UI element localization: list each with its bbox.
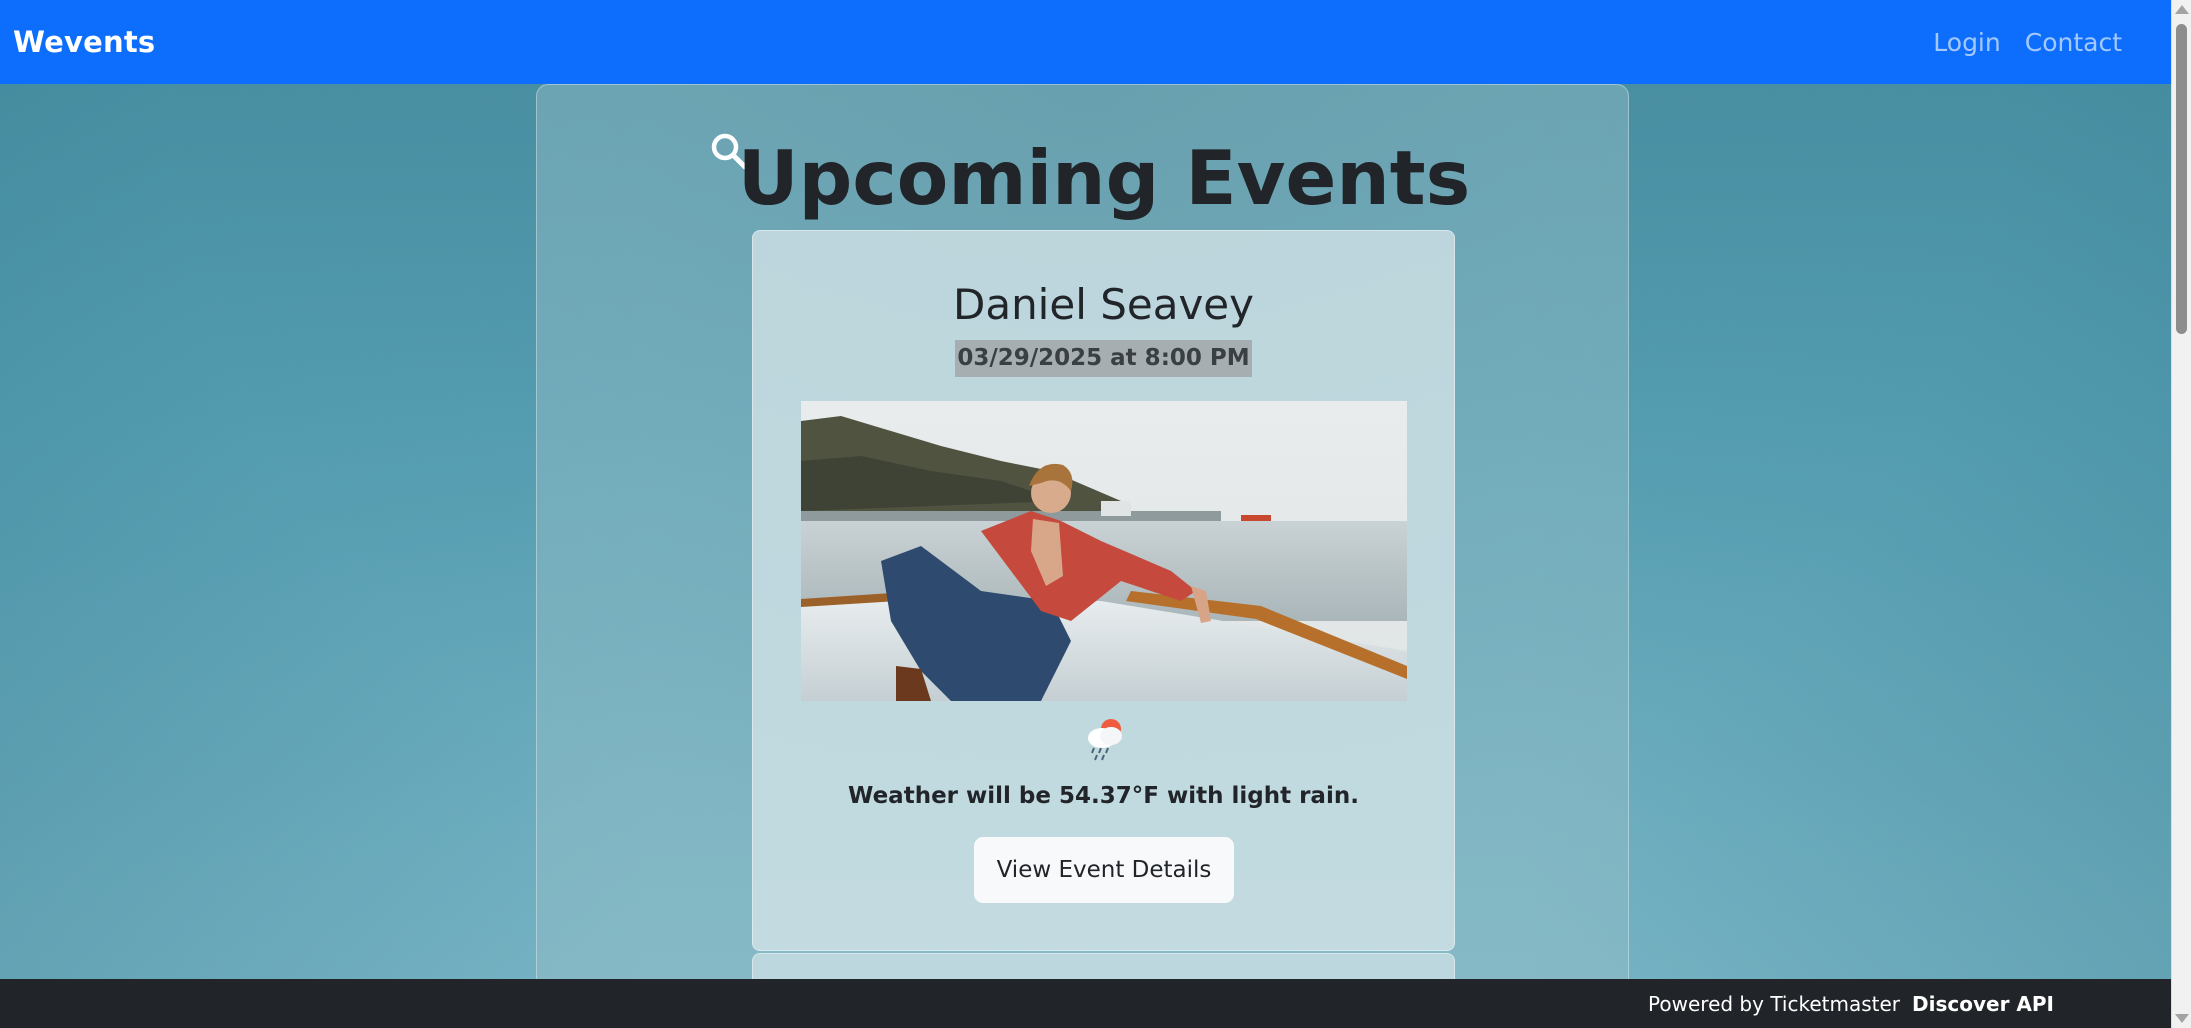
scroll-up-arrow-icon[interactable] xyxy=(2175,5,2189,14)
page-title: Upcoming Events xyxy=(737,134,1471,222)
navbar: Wevents Login Contact xyxy=(0,0,2172,84)
brand-logo[interactable]: Wevents xyxy=(13,25,155,59)
footer-discover-api-link[interactable]: Discover API xyxy=(1912,992,2054,1016)
nav-login-link[interactable]: Login xyxy=(1933,28,2000,57)
nav-contact-link[interactable]: Contact xyxy=(2025,28,2122,57)
vertical-scrollbar[interactable] xyxy=(2171,0,2191,1028)
footer-powered-by: Powered by Ticketmaster xyxy=(1648,991,1901,1016)
event-photo xyxy=(801,401,1407,701)
event-name: Daniel Seavey xyxy=(952,280,1254,329)
weather-text: Weather will be 54.37°F with light rain. xyxy=(848,783,1359,809)
event-date-row: 03/29/2025 at 8:00 PM xyxy=(752,340,1455,377)
view-event-details-button[interactable]: View Event Details xyxy=(974,837,1234,903)
scroll-thumb[interactable] xyxy=(2176,24,2187,334)
light-rain-icon xyxy=(1080,716,1130,764)
event-date: 03/29/2025 at 8:00 PM xyxy=(955,340,1252,377)
scroll-down-arrow-icon[interactable] xyxy=(2175,1014,2189,1023)
nav-links: Login Contact xyxy=(1933,28,2122,57)
footer: Powered by Ticketmaster Discover API xyxy=(0,979,2172,1028)
